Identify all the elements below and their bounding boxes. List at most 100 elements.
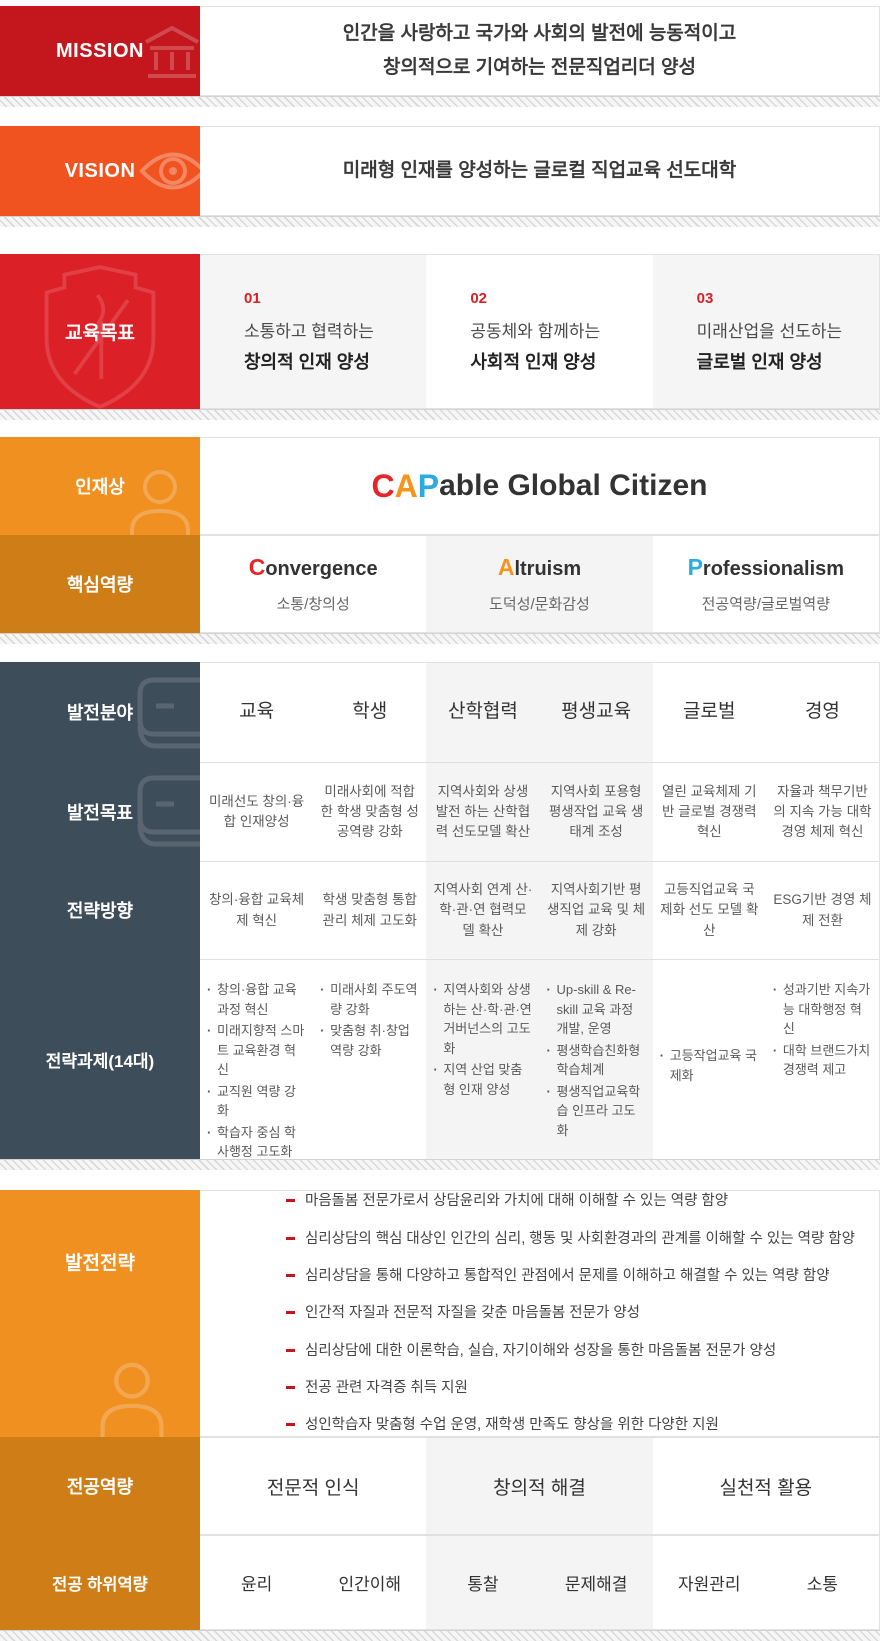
dev-fields-label-block: 발전분야 <box>0 662 200 762</box>
dev-fields-label: 발전분야 <box>67 699 133 725</box>
gap <box>0 107 880 126</box>
dev-goal-cell: 미래사회에 적합한 학생 맞춤형 성공역량 강화 <box>313 762 426 861</box>
strategy-bullet: 심리상담의 핵심 대상인 인간의 심리, 행동 및 사회환경과의 관계를 이해할… <box>286 1229 859 1249</box>
task-item: 맞춤형 취·창업 역량 강화 <box>320 1021 419 1060</box>
education-goals-label-block: 교육목표 <box>0 254 200 409</box>
dev-goals-row: 발전목표 미래선도 창의·융합 인재양성 미래사회에 적합한 학생 맞춤형 성공… <box>0 762 880 861</box>
dev-direction-cell: 고등직업교육 국제화 선도 모델 확산 <box>653 861 766 959</box>
talent-content: CAPable Global Citizen <box>200 437 880 535</box>
mission-label: MISSION <box>56 40 144 63</box>
task-item: 평생직업교육학습 인프라 고도화 <box>547 1082 646 1141</box>
core-rest: onvergence <box>265 558 377 580</box>
goal-number: 01 <box>244 290 426 307</box>
strategy-bullet: 심리상담을 통해 다양하고 통합적인 관점에서 문제를 이해하고 해결할 수 있… <box>286 1266 859 1286</box>
gap <box>0 227 880 254</box>
bank-icon <box>140 20 200 84</box>
core-item-altruism: Altruism 도덕성/문화감성 <box>426 536 652 632</box>
dev-direction-cell: 지역사회기반 평생직업 교육 및 체제 강화 <box>540 861 653 959</box>
goal-line2: 글로벌 인재 양성 <box>697 348 879 374</box>
dev-task-cell: 성과기반 지속가능 대학행정 혁신 대학 브랜드가치 경쟁력 제고 <box>766 959 879 1159</box>
core-initial: C <box>249 554 266 580</box>
goal-line1: 공동체와 함께하는 <box>470 317 652 342</box>
strategy-bullet: 성인학습자 맞춤형 수업 운영, 재학생 만족도 향상을 위한 다양한 지원 <box>286 1415 859 1435</box>
strategy-bullet-list: 마음돌봄 전문가로서 상담윤리와 가치에 대해 이해할 수 있는 역량 함양 심… <box>200 1191 879 1436</box>
dev-goals-content: 미래선도 창의·융합 인재양성 미래사회에 적합한 학생 맞춤형 성공역량 강화… <box>200 762 880 861</box>
talent-label: 인재상 <box>75 473 125 499</box>
sub-competency-cell: 소통 <box>766 1536 879 1629</box>
task-item: 창의·융합 교육과정 혁신 <box>207 980 306 1019</box>
talent-headline-rest: able Global Citizen <box>439 469 707 503</box>
vision-label: VISION <box>65 160 136 183</box>
strategy-section: 발전전략 마음돌봄 전문가로서 상담윤리와 가치에 대해 이해할 수 있는 역량… <box>0 1190 880 1437</box>
dev-tasks-label: 전략과제(14대) <box>46 1047 154 1072</box>
dev-task-cell: 지역사회와 상생하는 산·학·관·연거버넌스의 고도화 지역 산업 맞춤형 인재… <box>426 959 539 1159</box>
major-competency-content: 전문적 인식 창의적 해결 실천적 활용 <box>200 1437 880 1535</box>
competency-cell: 창의적 해결 <box>426 1438 652 1534</box>
person-icon <box>122 465 198 535</box>
dev-column-students: 학생 <box>313 663 426 762</box>
strategy-bullet: 전공 관련 자격증 취득 지원 <box>286 1378 859 1398</box>
goal-line2: 창의적 인재 양성 <box>244 348 426 374</box>
core-sub: 전공역량/글로벌역량 <box>702 593 830 614</box>
goal-item-1: 01 소통하고 협력하는 창의적 인재 양성 <box>200 255 426 408</box>
dev-task-cell: 창의·융합 교육과정 혁신 미래지향적 스마트 교육환경 혁신 교직원 역량 강… <box>200 959 313 1159</box>
core-title: Altruism <box>498 554 581 581</box>
talent-section: 인재상 CAPable Global Citizen <box>0 437 880 535</box>
sub-competency-cell: 자원관리 <box>653 1536 766 1629</box>
sub-competency-cell: 통찰 <box>426 1536 539 1629</box>
core-item-convergence: Convergence 소통/창의성 <box>200 536 426 632</box>
major-competency-section: 전공역량 전문적 인식 창의적 해결 실천적 활용 <box>0 1437 880 1535</box>
education-goals-content: 01 소통하고 협력하는 창의적 인재 양성 02 공동체와 함께하는 사회적 … <box>200 254 880 409</box>
sub-competency-content: 윤리 인간이해 통찰 문제해결 자원관리 소통 <box>200 1535 880 1630</box>
dev-column-industry: 산학협력 <box>426 663 539 762</box>
mission-section: MISSION 인간을 사랑하고 국가와 사회의 발전에 능동적이고 창의적으로… <box>0 6 880 96</box>
core-label: 핵심역량 <box>67 571 133 597</box>
mission-text-line2: 창의적으로 기여하는 전문직업리더 양성 <box>383 51 696 85</box>
dev-goals-label-block: 발전목표 <box>0 762 200 861</box>
dev-task-cell: 고등작업교육 국제화 <box>653 959 766 1159</box>
sub-competency-cell: 인간이해 <box>313 1536 426 1629</box>
dev-direction-cell: 창의·융합 교육체제 혁신 <box>200 861 313 959</box>
dev-goal-cell: 지역사회와 상생발전 하는 산학협력 선도모델 확산 <box>426 762 539 861</box>
dev-task-cell: 미래사회 주도역량 강화 맞춤형 취·창업 역량 강화 <box>313 959 426 1159</box>
sub-competency-label-block: 전공 하위역량 <box>0 1535 200 1630</box>
goal-line1: 소통하고 협력하는 <box>244 317 426 342</box>
divider-hatch <box>0 216 880 227</box>
task-item: 학습자 중심 학사행정 고도화 <box>207 1123 306 1162</box>
dev-goal-cell: 자율과 책무기반의 지속 가능 대학경영 체제 혁신 <box>766 762 879 861</box>
task-item: 교직원 역량 강화 <box>207 1082 306 1121</box>
major-competency-label-block: 전공역량 <box>0 1437 200 1535</box>
dev-direction-cell: 학생 맞춤형 통합관리 체제 고도화 <box>313 861 426 959</box>
major-competency-label: 전공역량 <box>67 1473 133 1499</box>
task-item: 미래지향적 스마트 교육환경 혁신 <box>207 1021 306 1080</box>
task-item: 평생학습친화형 학습체계 <box>547 1041 646 1080</box>
goal-number: 02 <box>470 290 652 307</box>
sub-competency-cell: 윤리 <box>200 1536 313 1629</box>
competency-cell: 실천적 활용 <box>653 1438 879 1534</box>
education-goals-section: 교육목표 01 소통하고 협력하는 창의적 인재 양성 02 공동체와 함께하는… <box>0 254 880 409</box>
dev-column-management: 경영 <box>766 663 879 762</box>
mission-label-block: MISSION <box>0 6 200 96</box>
dev-column-global: 글로벌 <box>653 663 766 762</box>
core-initial: A <box>498 554 515 580</box>
core-initial: P <box>688 554 703 580</box>
gap <box>0 644 880 662</box>
strategy-content: 마음돌봄 전문가로서 상담윤리와 가치에 대해 이해할 수 있는 역량 함양 심… <box>200 1190 880 1437</box>
mission-text-line1: 인간을 사랑하고 국가와 사회의 발전에 능동적이고 <box>343 17 736 51</box>
strategy-bullet: 심리상담에 대한 이론학습, 실습, 자기이해와 성장을 통한 마음돌봄 전문가… <box>286 1341 859 1361</box>
vision-text: 미래형 인재를 양성하는 글로컬 직업교육 선도대학 <box>343 154 736 188</box>
goal-line1: 미래산업을 선도하는 <box>697 317 879 342</box>
goal-item-2: 02 공동체와 함께하는 사회적 인재 양성 <box>426 255 652 408</box>
dev-directions-label: 전략방향 <box>67 897 133 923</box>
task-item: 고등작업교육 국제화 <box>660 1046 759 1085</box>
core-rest: rofessionalism <box>703 558 844 580</box>
core-content: Convergence 소통/창의성 Altruism 도덕성/문화감성 Pro… <box>200 535 880 633</box>
strategy-bullet: 마음돌봄 전문가로서 상담윤리와 가치에 대해 이해할 수 있는 역량 함양 <box>286 1191 859 1211</box>
core-sub: 소통/창의성 <box>277 593 350 614</box>
divider-hatch <box>0 1159 880 1170</box>
divider-hatch <box>0 1630 880 1641</box>
vision-text-box: 미래형 인재를 양성하는 글로컬 직업교육 선도대학 <box>200 126 880 216</box>
dev-goal-cell: 미래선도 창의·융합 인재양성 <box>200 762 313 861</box>
core-rest: ltruism <box>514 558 581 580</box>
cap-letter-c: C <box>372 468 395 505</box>
